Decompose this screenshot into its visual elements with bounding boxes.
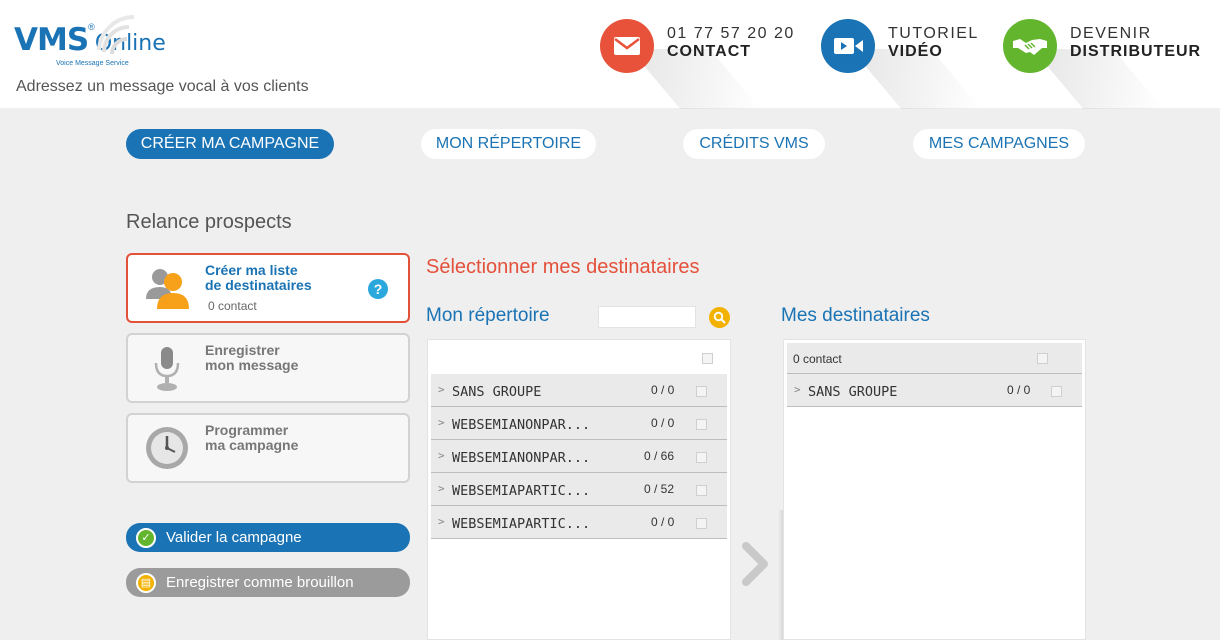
group-count: 0 / 52 [644, 482, 675, 496]
repertoire-group-row[interactable]: > WEBSEMIAPARTIC... 0 / 52 [431, 473, 727, 506]
destinataires-select-all-checkbox[interactable] [1037, 353, 1048, 364]
users-icon [146, 269, 189, 309]
microphone-icon [154, 347, 180, 391]
destinataires-list: 0 contact > SANS GROUPE 0 / 0 [783, 339, 1086, 640]
clock-icon [146, 427, 188, 469]
step-creer-liste-line2: de destinataires [205, 277, 312, 293]
repertoire-group-row[interactable]: > WEBSEMIANONPAR... 0 / 66 [431, 440, 727, 473]
help-icon[interactable]: ? [368, 279, 388, 299]
step-programmer-line1: Programmer [205, 422, 289, 438]
contact-button[interactable]: 01 77 57 20 20 CONTACT [600, 19, 800, 109]
repertoire-list-header [431, 343, 727, 374]
repertoire-group-row[interactable]: > WEBSEMIAPARTIC... 0 / 0 [431, 506, 727, 539]
devenir-label: DEVENIR [1070, 25, 1152, 42]
expand-arrow-icon[interactable]: > [438, 515, 445, 528]
expand-arrow-icon[interactable]: > [794, 383, 801, 396]
group-name: SANS GROUPE [452, 384, 542, 400]
expand-arrow-icon[interactable]: > [438, 482, 445, 495]
group-name: SANS GROUPE [808, 384, 898, 400]
step-programmer-campagne[interactable]: Programmer ma campagne [126, 413, 410, 483]
step-creer-liste-label: Créer ma liste de destinataires [205, 263, 355, 293]
check-icon: ✓ [136, 527, 156, 548]
repertoire-group-row[interactable]: > WEBSEMIANONPAR... 0 / 0 [431, 407, 727, 440]
step-enregistrer-line2: mon message [205, 357, 299, 373]
step-enregistrer-label: Enregistrer mon message [205, 343, 355, 373]
step-enregistrer-message[interactable]: Enregistrer mon message [126, 333, 410, 403]
contact-phone: 01 77 57 20 20 [667, 25, 795, 42]
distributeur-label: DISTRIBUTEUR [1070, 43, 1202, 60]
sound-waves-icon [97, 14, 135, 55]
step-creer-liste-count: 0 contact [208, 299, 257, 313]
group-checkbox[interactable] [696, 485, 707, 496]
valider-campagne-label: Valider la campagne [166, 529, 302, 546]
group-name: WEBSEMIANONPAR... [452, 450, 591, 466]
group-count: 0 / 66 [644, 449, 675, 463]
campaign-title: Relance prospects [126, 211, 292, 233]
repertoire-select-all-checkbox[interactable] [702, 353, 713, 364]
step-creer-liste-line1: Créer ma liste [205, 262, 298, 278]
nav-mon-repertoire[interactable]: MON RÉPERTOIRE [421, 129, 596, 159]
group-name: WEBSEMIANONPAR... [452, 417, 591, 433]
video-camera-icon [834, 38, 863, 54]
contact-label: CONTACT [667, 43, 752, 60]
group-checkbox[interactable] [696, 518, 707, 529]
repertoire-title: Mon répertoire [426, 305, 550, 326]
video-label: VIDÉO [888, 43, 943, 60]
step-creer-liste[interactable]: Créer ma liste de destinataires 0 contac… [126, 253, 410, 323]
logo-tagline: Voice Message Service [56, 60, 129, 67]
group-name: WEBSEMIAPARTIC... [452, 483, 591, 499]
destinataires-group-row[interactable]: > SANS GROUPE 0 / 0 [787, 374, 1082, 407]
group-count: 0 / 0 [1007, 383, 1031, 397]
section-title: Sélectionner mes destinataires [426, 256, 700, 278]
repertoire-search-input[interactable] [598, 306, 696, 328]
group-checkbox[interactable] [696, 452, 707, 463]
contact-circle [600, 19, 654, 73]
step-programmer-line2: ma campagne [205, 437, 299, 453]
devenir-distributeur-button[interactable]: DEVENIR DISTRIBUTEUR [1003, 19, 1213, 109]
valider-campagne-button[interactable]: ✓ Valider la campagne [126, 523, 410, 552]
destinataires-title: Mes destinataires [781, 305, 930, 326]
destinataires-contact-count: 0 contact [793, 352, 842, 366]
destinataires-list-header: 0 contact [787, 343, 1082, 374]
vms-online-logo[interactable]: VMS®Online Voice Message Service [14, 14, 166, 67]
tutoriel-video-button[interactable]: TUTORIEL VIDÉO [821, 19, 991, 109]
distributeur-circle [1003, 19, 1057, 73]
repertoire-group-row[interactable]: > SANS GROUPE 0 / 0 [431, 374, 727, 407]
tutoriel-label: TUTORIEL [888, 25, 979, 42]
draft-icon: ▤ [136, 572, 156, 593]
group-checkbox[interactable] [696, 386, 707, 397]
expand-arrow-icon[interactable]: > [438, 449, 445, 462]
group-count: 0 / 0 [651, 416, 675, 430]
search-button[interactable] [709, 307, 730, 328]
step-enregistrer-line1: Enregistrer [205, 342, 280, 358]
envelope-icon [614, 37, 640, 55]
group-checkbox[interactable] [696, 419, 707, 430]
logo-vms: VMS [14, 22, 89, 58]
header-slogan: Adressez un message vocal à vos clients [16, 78, 309, 95]
tutoriel-circle [821, 19, 875, 73]
header: VMS®Online Voice Message Service Adresse… [0, 0, 1220, 109]
group-checkbox[interactable] [1051, 386, 1062, 397]
repertoire-list: > SANS GROUPE 0 / 0 > WEBSEMIANONPAR... … [427, 339, 731, 640]
group-count: 0 / 0 [651, 515, 675, 529]
transfer-arrow-icon[interactable] [740, 540, 772, 588]
nav-creer-campagne[interactable]: CRÉER MA CAMPAGNE [126, 129, 334, 159]
search-icon [713, 311, 726, 324]
nav-credits-vms[interactable]: CRÉDITS VMS [683, 129, 825, 159]
group-count: 0 / 0 [651, 383, 675, 397]
step-programmer-label: Programmer ma campagne [205, 423, 355, 453]
enregistrer-brouillon-label: Enregistrer comme brouillon [166, 574, 354, 591]
enregistrer-brouillon-button[interactable]: ▤ Enregistrer comme brouillon [126, 568, 410, 597]
nav-mes-campagnes[interactable]: MES CAMPAGNES [913, 129, 1085, 159]
handshake-icon [1013, 39, 1047, 55]
group-name: WEBSEMIAPARTIC... [452, 516, 591, 532]
expand-arrow-icon[interactable]: > [438, 383, 445, 396]
expand-arrow-icon[interactable]: > [438, 416, 445, 429]
